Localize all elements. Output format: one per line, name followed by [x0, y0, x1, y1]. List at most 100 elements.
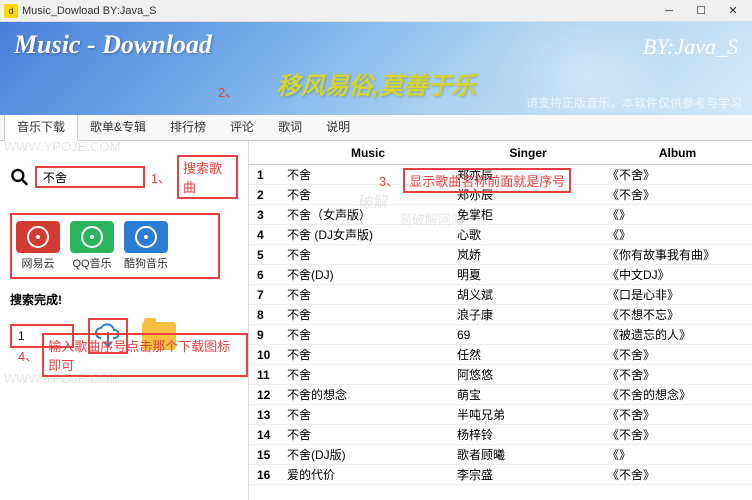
- table-row[interactable]: 8不舍浪子康《不想不忘》: [249, 305, 752, 325]
- cell-singer: 69: [453, 328, 603, 342]
- cell-num: 12: [249, 388, 283, 402]
- cell-num: 15: [249, 448, 283, 462]
- cell-num: 5: [249, 248, 283, 262]
- cell-music: 不舍: [283, 346, 453, 363]
- cell-album: 《不想不忘》: [603, 306, 752, 323]
- table-row[interactable]: 3不舍（女声版）免掌柜《》: [249, 205, 752, 225]
- table-row[interactable]: 12不舍的想念萌宝《不舍的想念》: [249, 385, 752, 405]
- cell-num: 10: [249, 348, 283, 362]
- col-music-header[interactable]: Music: [283, 146, 453, 160]
- table-row[interactable]: 10不舍任然《不舍》: [249, 345, 752, 365]
- cell-music: 不舍 (DJ女声版): [283, 226, 453, 243]
- source-label: 酷狗音乐: [124, 255, 168, 271]
- watermark: WWW.YPOJE.COM: [4, 139, 120, 154]
- cell-music: 不舍: [283, 246, 453, 263]
- close-button[interactable]: ✕: [718, 1, 748, 21]
- cell-num: 11: [249, 368, 283, 382]
- tab-5[interactable]: 说明: [314, 113, 362, 140]
- cell-singer: 歌者顾曦: [453, 446, 603, 463]
- col-singer-header[interactable]: Singer: [453, 146, 603, 160]
- table-row[interactable]: 4不舍 (DJ女声版)心歌《》: [249, 225, 752, 245]
- cell-album: 《不舍》: [603, 406, 752, 423]
- cell-album: 《不舍》: [603, 346, 752, 363]
- tab-1[interactable]: 歌单&专辑: [78, 113, 158, 140]
- cell-singer: 明夏: [453, 266, 603, 283]
- cell-music: 不舍的想念: [283, 386, 453, 403]
- hint-1-num: 1、: [151, 168, 171, 187]
- table-row[interactable]: 13不舍半吨兄弟《不舍》: [249, 405, 752, 425]
- tab-0[interactable]: 音乐下载: [4, 112, 78, 141]
- cell-music: 爱的代价: [283, 466, 453, 483]
- left-panel: WWW.YPOJE.COM 1、 搜索歌曲 网易云QQ音乐酷狗音乐 搜索完成! …: [0, 141, 248, 500]
- source-netease[interactable]: 网易云: [16, 221, 60, 271]
- cell-album: 《中文DJ》: [603, 266, 752, 283]
- cell-music: 不舍: [283, 286, 453, 303]
- table-row[interactable]: 16爱的代价李宗盛《不舍》: [249, 465, 752, 485]
- cell-music: 不舍: [283, 406, 453, 423]
- cell-music: 不舍: [283, 306, 453, 323]
- cell-music: 不舍(DJ): [283, 266, 453, 283]
- cell-num: 9: [249, 328, 283, 342]
- results-panel: 3、 显示歌曲名称前面就是序号 破解 易破解网站 Music Singer Al…: [248, 141, 752, 500]
- hint-4-num: 4、: [18, 346, 38, 365]
- app-title: Music - Download: [14, 30, 738, 60]
- maximize-button[interactable]: ☐: [686, 1, 716, 21]
- cell-singer: 免掌柜: [453, 206, 603, 223]
- hint-3-text: 显示歌曲名称前面就是序号: [403, 168, 571, 193]
- cell-singer: 半吨兄弟: [453, 406, 603, 423]
- table-header: Music Singer Album: [249, 141, 752, 165]
- search-input[interactable]: [35, 166, 145, 188]
- window-controls: ─ ☐ ✕: [654, 1, 748, 21]
- search-icon: [10, 167, 29, 187]
- cell-num: 7: [249, 288, 283, 302]
- cell-music: 不舍: [283, 326, 453, 343]
- cell-singer: 任然: [453, 346, 603, 363]
- hint-4-text: 输入歌曲序号点击那个下载图标即可: [42, 333, 248, 377]
- source-kugou[interactable]: 酷狗音乐: [124, 221, 168, 271]
- cell-num: 6: [249, 268, 283, 282]
- table-body[interactable]: 1不舍郑亦辰《不舍》2不舍郑亦辰《不舍》3不舍（女声版）免掌柜《》4不舍 (DJ…: [249, 165, 752, 498]
- cell-music: 不舍: [283, 366, 453, 383]
- cell-singer: 李宗盛: [453, 466, 603, 483]
- table-row[interactable]: 15不舍(DJ版)歌者顾曦《》: [249, 445, 752, 465]
- table-row[interactable]: 11不舍阿悠悠《不舍》: [249, 365, 752, 385]
- hint-4: 4、 输入歌曲序号点击那个下载图标即可: [18, 333, 248, 377]
- table-row[interactable]: 7不舍胡义斌《口是心非》: [249, 285, 752, 305]
- cell-num: 4: [249, 228, 283, 242]
- cell-album: 《不舍》: [603, 186, 752, 203]
- cell-album: 《不舍》: [603, 366, 752, 383]
- cell-album: 《被遗忘的人》: [603, 326, 752, 343]
- window-title: Music_Dowload BY:Java_S: [22, 5, 654, 17]
- cell-album: 《不舍》: [603, 466, 752, 483]
- cell-singer: 岚娇: [453, 246, 603, 263]
- cell-num: 3: [249, 208, 283, 222]
- cell-singer: 杨梓铃: [453, 426, 603, 443]
- table-row[interactable]: 14不舍杨梓铃《不舍》: [249, 425, 752, 445]
- table-row[interactable]: 5不舍岚娇《你有故事我有曲》: [249, 245, 752, 265]
- col-album-header[interactable]: Album: [603, 146, 752, 160]
- source-label: QQ音乐: [72, 255, 111, 271]
- cell-album: 《不舍》: [603, 166, 752, 183]
- cell-singer: 萌宝: [453, 386, 603, 403]
- cell-singer: 心歌: [453, 226, 603, 243]
- source-qq[interactable]: QQ音乐: [70, 221, 114, 271]
- tab-2[interactable]: 排行榜: [158, 113, 218, 140]
- minimize-button[interactable]: ─: [654, 1, 684, 21]
- table-row[interactable]: 9不舍69《被遗忘的人》: [249, 325, 752, 345]
- cell-num: 14: [249, 428, 283, 442]
- disclaimer: 请支持正版音乐，本软件仅供参考与学习: [526, 94, 742, 111]
- hint-1-text: 搜索歌曲: [177, 155, 238, 199]
- cell-album: 《》: [603, 226, 752, 243]
- banner: Music - Download BY:Java_S 移风易俗,莫善于乐 请支持…: [0, 22, 752, 115]
- cell-album: 《》: [603, 206, 752, 223]
- tab-4[interactable]: 歌词: [266, 113, 314, 140]
- tab-3[interactable]: 评论: [218, 113, 266, 140]
- titlebar: d Music_Dowload BY:Java_S ─ ☐ ✕: [0, 0, 752, 22]
- cell-music: 不舍: [283, 426, 453, 443]
- cell-num: 13: [249, 408, 283, 422]
- cell-num: 16: [249, 468, 283, 482]
- vinyl-icon: [16, 221, 60, 253]
- table-row[interactable]: 6不舍(DJ)明夏《中文DJ》: [249, 265, 752, 285]
- hint-2: 2、: [218, 82, 238, 101]
- cell-music: 不舍(DJ版): [283, 446, 453, 463]
